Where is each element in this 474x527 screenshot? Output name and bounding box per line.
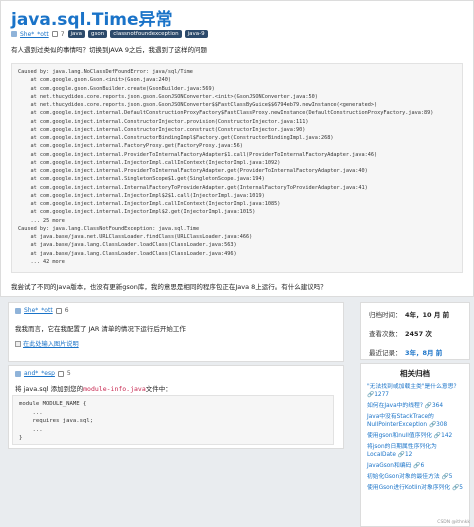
related-item[interactable]: 初始化Gson对象的最佳方法 🔗5 <box>367 473 463 481</box>
user-icon <box>11 31 17 37</box>
tag-gson[interactable]: gson <box>88 30 108 38</box>
info-row-recent: 最近记录： 3年，8月 前 <box>369 349 443 357</box>
broken-image-icon <box>15 340 21 347</box>
related-item[interactable]: "无法找到或加载主类"是什么意思？ 🔗1277 <box>367 383 463 399</box>
user-icon <box>15 307 21 314</box>
answer-text-after: 文件中： <box>145 385 172 393</box>
answer-votes: 6 <box>64 307 69 314</box>
info-row-views: 查看次数： 2457 次 <box>369 330 432 338</box>
vote-icon <box>51 31 58 37</box>
question-author-link[interactable]: She*_*ott <box>20 31 49 38</box>
tag-java[interactable]: java <box>67 30 86 38</box>
sidebar-info-panel: 归档时间： 4年，10 月 前 查看次数： 2457 次 最近记录： 3年，8月… <box>360 302 470 360</box>
related-item[interactable]: 使用Gson进行Kotlin对象序列化 🔗5 <box>367 484 463 492</box>
link-icon: 🔗 <box>424 403 432 409</box>
stacktrace-code-block: Caused by: java.lang.NoClassDefFoundErro… <box>11 63 463 273</box>
link-icon: 🔗 <box>441 474 449 480</box>
tag-classnotfoundexception[interactable]: classnotfoundexception <box>110 30 182 38</box>
answer-image-link[interactable]: 在此处输入图片说明 <box>15 339 79 348</box>
vote-icon <box>55 307 62 314</box>
question-title: java.sql.Time异常 <box>11 10 173 30</box>
answer-text: 我我而言，它在我配置了 JAR 清单的情况下运行后开始工作 <box>15 325 186 333</box>
image-alt-text: 在此处输入图片说明 <box>23 341 79 348</box>
question-footer-text: 我尝试了不同的Java版本，也没有更新gson库，我的意思是相同的程序包正在Ja… <box>11 283 327 291</box>
answer-author-link[interactable]: and*_*esp <box>24 370 55 377</box>
related-item[interactable]: Java中没有StackTrace的NullPointerException 🔗… <box>367 413 463 429</box>
answer-votes: 5 <box>66 370 71 377</box>
tag-java-9[interactable]: java-9 <box>184 30 208 38</box>
related-title: 相关归档 <box>400 369 430 378</box>
question-card: java.sql.Time异常 She*_*ott 7 java gson cl… <box>0 0 474 297</box>
inline-code: module-info.java <box>83 385 146 393</box>
answer-text: 将 java.sql 添加到您的module-info.java文件中： <box>15 383 172 393</box>
info-row-archived: 归档时间： 4年，10 月 前 <box>369 311 450 319</box>
vote-icon <box>57 370 64 377</box>
link-icon: 🔗 <box>397 452 405 458</box>
watermark: CSDN @ithnkk <box>437 520 470 525</box>
question-meta: She*_*ott 7 java gson classnotfoundexcep… <box>11 30 208 38</box>
module-info-code-block: module MODULE_NAME { ... requires java.s… <box>12 395 334 445</box>
related-archive-panel: 相关归档 "无法找到或加载主类"是什么意思？ 🔗1277 如何在Java中的线程… <box>360 363 470 527</box>
related-item[interactable]: 如何在Java中的线程? 🔗364 <box>367 402 463 410</box>
question-votes: 7 <box>60 30 65 38</box>
answer-card-1: She*_*ott 6 我我而言，它在我配置了 JAR 清单的情况下运行后开始工… <box>8 302 344 362</box>
answer-text-before: 将 java.sql 添加到您的 <box>15 385 84 393</box>
answer-meta: She*_*ott 6 <box>15 307 69 314</box>
user-icon <box>15 370 21 377</box>
question-intro: 有人遇到过类似的事情吗？切换到JAVA 9之后，我遇到了这样的问题 <box>11 46 208 54</box>
answer-meta: and*_*esp 5 <box>15 370 71 377</box>
related-item[interactable]: 将json的日期属性序列化为LocalDate 🔗12 <box>367 443 463 459</box>
answer-author-link[interactable]: She*_*ott <box>24 307 53 314</box>
related-item[interactable]: 使用gson和null值序列化 🔗142 <box>367 432 463 440</box>
related-item[interactable]: JavaGson和编码 🔗6 <box>367 462 463 470</box>
